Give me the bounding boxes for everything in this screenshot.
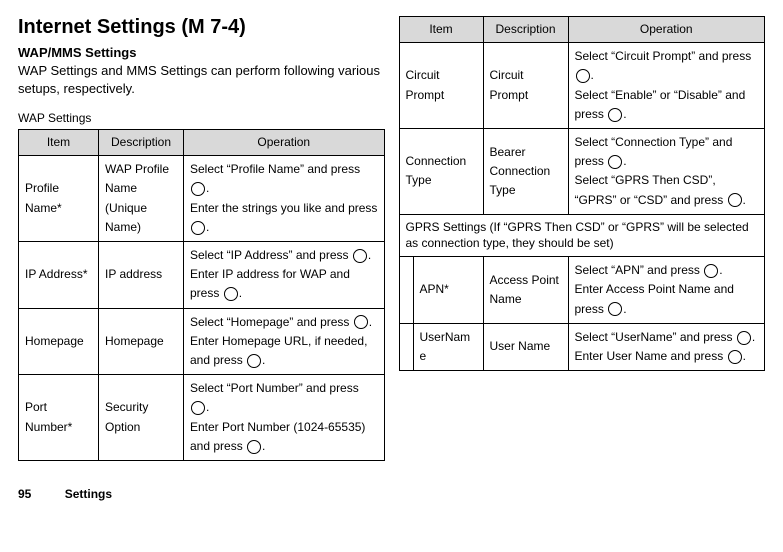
cell-operation: Select “Circuit Prompt” and press .Selec… [568,43,765,129]
ok-button-icon [608,108,622,122]
cell-operation: Select “IP Address” and press .Enter IP … [184,242,385,309]
ok-button-icon [191,182,205,196]
table-row: HomepageHomepageSelect “Homepage” and pr… [19,308,385,375]
table-row: APN*Access Point NameSelect “APN” and pr… [399,257,765,324]
menu-location: (M 7-4) [181,16,245,38]
cell-item: Homepage [19,308,99,375]
th-operation: Operation [184,130,385,156]
cell-description: Circuit Prompt [483,43,568,129]
cell-operation: Select “UserName” and press .Enter User … [568,323,765,370]
gprs-note-row: GPRS Settings (If “GPRS Then CSD” or “GP… [399,214,765,257]
table-header-row: Item Description Operation [399,17,765,43]
table-row: IP Address*IP addressSelect “IP Address”… [19,242,385,309]
ok-button-icon [704,264,718,278]
cell-operation: Select “Homepage” and press .Enter Homep… [184,308,385,375]
ok-button-icon [247,354,261,368]
left-column: Internet Settings (M 7-4) WAP/MMS Settin… [18,16,385,501]
cell-description: User Name [483,323,568,370]
page-footer: 95 Settings [18,487,385,501]
cell-item: UserName [413,323,483,370]
cell-operation: Select “Port Number” and press .Enter Po… [184,375,385,461]
cell-description: Bearer Connection Type [483,128,568,214]
th-description: Description [99,130,184,156]
cell-operation: Select “APN” and press .Enter Access Poi… [568,257,765,324]
cell-item: Connection Type [399,128,483,214]
cell-item: Profile Name* [19,156,99,242]
page-columns: Internet Settings (M 7-4) WAP/MMS Settin… [18,16,765,501]
ok-button-icon [728,350,742,364]
cell-description: Access Point Name [483,257,568,324]
subtitle: WAP/MMS Settings [18,45,385,60]
table-row: UserNameUser NameSelect “UserName” and p… [399,323,765,370]
cell-description: Homepage [99,308,184,375]
cell-description: WAP Profile Name (Unique Name) [99,156,184,242]
cell-description: Security Option [99,375,184,461]
wap-settings-heading: WAP Settings [18,111,385,125]
ok-button-icon [576,69,590,83]
cell-item: Circuit Prompt [399,43,483,129]
right-settings-table: Item Description Operation Circuit Promp… [399,16,766,371]
indent-cell [399,257,413,324]
footer-section: Settings [65,487,112,501]
th-operation: Operation [568,17,765,43]
ok-button-icon [354,315,368,329]
ok-button-icon [191,401,205,415]
table-header-row: Item Description Operation [19,130,385,156]
wap-settings-table: Item Description Operation Profile Name*… [18,129,385,461]
ok-button-icon [608,302,622,316]
table-row: Profile Name*WAP Profile Name (Unique Na… [19,156,385,242]
title-text: Internet Settings [18,16,176,38]
cell-description: IP address [99,242,184,309]
indent-cell [399,323,413,370]
cell-operation: Select “Connection Type” and press .Sele… [568,128,765,214]
ok-button-icon [224,287,238,301]
cell-item: APN* [413,257,483,324]
cell-item: IP Address* [19,242,99,309]
th-item: Item [19,130,99,156]
ok-button-icon [247,440,261,454]
page-title: Internet Settings (M 7-4) [18,16,385,39]
ok-button-icon [728,193,742,207]
intro-text: WAP Settings and MMS Settings can perfor… [18,62,385,97]
cell-item: Port Number* [19,375,99,461]
cell-operation: Select “Profile Name” and press .Enter t… [184,156,385,242]
ok-button-icon [191,221,205,235]
table-row: Circuit PromptCircuit PromptSelect “Circ… [399,43,765,129]
th-item: Item [399,17,483,43]
ok-button-icon [353,249,367,263]
table-row: Connection TypeBearer Connection TypeSel… [399,128,765,214]
table-row: Port Number*Security OptionSelect “Port … [19,375,385,461]
gprs-note-cell: GPRS Settings (If “GPRS Then CSD” or “GP… [399,214,765,257]
ok-button-icon [608,155,622,169]
page-number: 95 [18,487,31,501]
th-description: Description [483,17,568,43]
ok-button-icon [737,331,751,345]
right-column: Item Description Operation Circuit Promp… [399,16,766,371]
